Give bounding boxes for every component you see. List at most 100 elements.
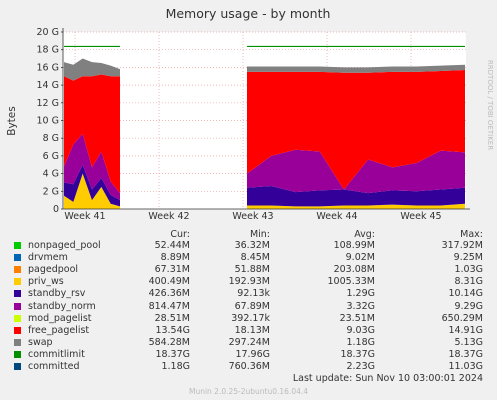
legend-swatch	[14, 363, 21, 370]
y-tick-label: 12 G	[37, 98, 59, 109]
legend-min-value: 67.89M	[234, 300, 270, 312]
legend-name: priv_ws	[28, 276, 64, 288]
y-tick-label: 14 G	[37, 80, 59, 91]
legend-cur-value: 400.49M	[148, 276, 190, 288]
legend-max-value: 317.92M	[441, 240, 483, 251]
legend-swatch	[14, 302, 21, 310]
legend-swatch	[14, 314, 21, 322]
legend-avg-value: 2.23G	[346, 361, 375, 372]
legend-header-avg: Avg:	[354, 229, 375, 240]
y-tick-label: 20 G	[37, 27, 59, 38]
legend-swatch	[14, 290, 21, 298]
legend-max-value: 8.31G	[454, 276, 483, 288]
chart-title: Memory usage - by month	[166, 6, 331, 21]
legend-min-value: 760.36M	[228, 361, 270, 372]
legend-avg-value: 9.02M	[345, 252, 375, 264]
legend-swatch	[14, 278, 21, 286]
legend-max-value: 11.03G	[448, 361, 483, 372]
legend-min-value: 297.24M	[228, 336, 270, 348]
legend-min-value: 8.45M	[240, 252, 270, 264]
legend-row-nonpaged-pool: nonpaged_pool 52.44M 36.32M 108.99M 317.92M	[14, 240, 494, 252]
y-tick-labels: 0 2 G 4 G 6 G 8 G 10 G 12 G 14 G 16 G 18 G 20 G	[37, 27, 63, 215]
legend-row-priv-ws: priv_ws 400.49M 192.93M 1005.33M 8.31G	[14, 276, 494, 288]
y-tick-label: 18 G	[37, 45, 59, 56]
legend-name: free_pagelist	[28, 324, 90, 336]
legend-row-pagedpool: pagedpool 67.31M 51.88M 203.08M 1.03G	[14, 264, 494, 276]
legend-header-cur: Cur:	[170, 229, 190, 240]
legend-name: committed	[28, 361, 80, 372]
x-tick-label: Week 44	[316, 211, 357, 222]
legend-max-value: 5.13G	[454, 336, 483, 348]
legend-row-commitlimit: commitlimit 18.37G 17.96G 18.37G 18.37G	[14, 349, 494, 361]
legend-cur-value: 13.54G	[155, 324, 190, 336]
legend-avg-value: 23.51M	[339, 312, 375, 324]
x-tick-label: Week 43	[232, 211, 273, 222]
legend-max-value: 1.03G	[454, 264, 483, 276]
legend-avg-value: 18.37G	[340, 348, 375, 360]
y-tick-label: 2 G	[43, 186, 59, 197]
legend-swatch	[14, 338, 21, 346]
legend-cur-value: 67.31M	[154, 264, 190, 276]
legend-cur-value: 18.37G	[155, 348, 190, 360]
legend-row-committed: committed 1.18G 760.36M 2.23G 11.03G	[14, 361, 494, 373]
legend-max-value: 9.29G	[454, 300, 483, 312]
legend-cur-value: 426.36M	[148, 288, 190, 300]
legend-max-value: 650.29M	[441, 312, 483, 324]
last-update: Last update: Sun Nov 10 03:00:01 2024	[292, 373, 483, 384]
legend-name: commitlimit	[28, 348, 85, 360]
legend-max-value: 10.14G	[448, 288, 483, 300]
legend-min-value: 36.32M	[234, 240, 270, 251]
y-tick-label: 6 G	[43, 151, 59, 162]
legend-avg-value: 203.08M	[333, 264, 375, 276]
x-tick-label: Week 42	[148, 211, 189, 222]
y-tick-label: 4 G	[43, 169, 59, 180]
legend-avg-value: 1.18G	[346, 336, 375, 348]
legend-cur-value: 28.51M	[154, 312, 190, 324]
legend-min-value: 51.88M	[234, 264, 270, 276]
legend-name: nonpaged_pool	[28, 240, 101, 251]
legend-swatch	[14, 254, 21, 262]
legend-min-value: 18.13M	[234, 324, 270, 336]
legend-header-max: Max:	[460, 229, 483, 240]
y-axis-label: Bytes	[6, 106, 18, 135]
legend-name: standby_norm	[28, 300, 96, 312]
y-tick-label: 8 G	[43, 133, 59, 144]
rrdtool-credit: RRDTOOL / TOBI OETIKER	[486, 60, 494, 150]
legend-max-value: 14.91G	[448, 324, 483, 336]
legend-row-free-pagelist: free_pagelist 13.54G 18.13M 9.03G 14.91G	[14, 325, 494, 337]
x-tick-label: Week 45	[400, 211, 441, 222]
legend-swatch	[14, 326, 21, 334]
legend-avg-value: 1005.33M	[327, 276, 375, 288]
legend-name: drvmem	[28, 252, 68, 264]
x-tick-label: Week 41	[64, 211, 105, 222]
legend-cur-value: 584.28M	[148, 336, 190, 348]
legend-name: swap	[28, 336, 53, 348]
legend-name: standby_rsv	[28, 288, 86, 300]
x-tick-labels: Week 41 Week 42 Week 43 Week 44 Week 45	[64, 211, 441, 222]
legend-name: pagedpool	[28, 264, 79, 276]
legend-cur-value: 1.18G	[161, 361, 190, 372]
legend-min-value: 17.96G	[235, 348, 270, 360]
legend-row-swap: swap 584.28M 297.24M 1.18G 5.13G	[14, 337, 494, 349]
y-tick-label: 0	[53, 204, 59, 215]
legend-header-min: Min:	[249, 229, 270, 240]
legend-row-standby-norm: standby_norm 814.47M 67.89M 3.32G 9.29G	[14, 301, 494, 313]
legend-avg-value: 1.29G	[346, 288, 375, 300]
legend-cur-value: 814.47M	[148, 300, 190, 312]
legend-row-standby-rsv: standby_rsv 426.36M 92.13k 1.29G 10.14G	[14, 288, 494, 300]
legend-row-drvmem: drvmem 8.89M 8.45M 9.02M 9.25M	[14, 252, 494, 264]
legend-min-value: 392.17k	[231, 312, 270, 324]
legend-avg-value: 108.99M	[333, 240, 375, 251]
legend-min-value: 92.13k	[237, 288, 270, 300]
legend-avg-value: 9.03G	[346, 324, 375, 336]
legend-row-mod-pagelist: mod_pagelist 28.51M 392.17k 23.51M 650.29M	[14, 313, 494, 325]
legend-swatch	[14, 266, 21, 274]
legend-name: mod_pagelist	[28, 312, 92, 324]
legend-swatch	[14, 242, 21, 249]
legend-min-value: 192.93M	[228, 276, 270, 288]
legend-cur-value: 52.44M	[154, 240, 190, 251]
legend-avg-value: 3.32G	[346, 300, 375, 312]
legend-max-value: 9.25M	[453, 252, 483, 264]
munin-version: Munin 2.0.25-2ubuntu0.16.04.4	[188, 387, 309, 396]
y-tick-label: 10 G	[37, 116, 59, 127]
